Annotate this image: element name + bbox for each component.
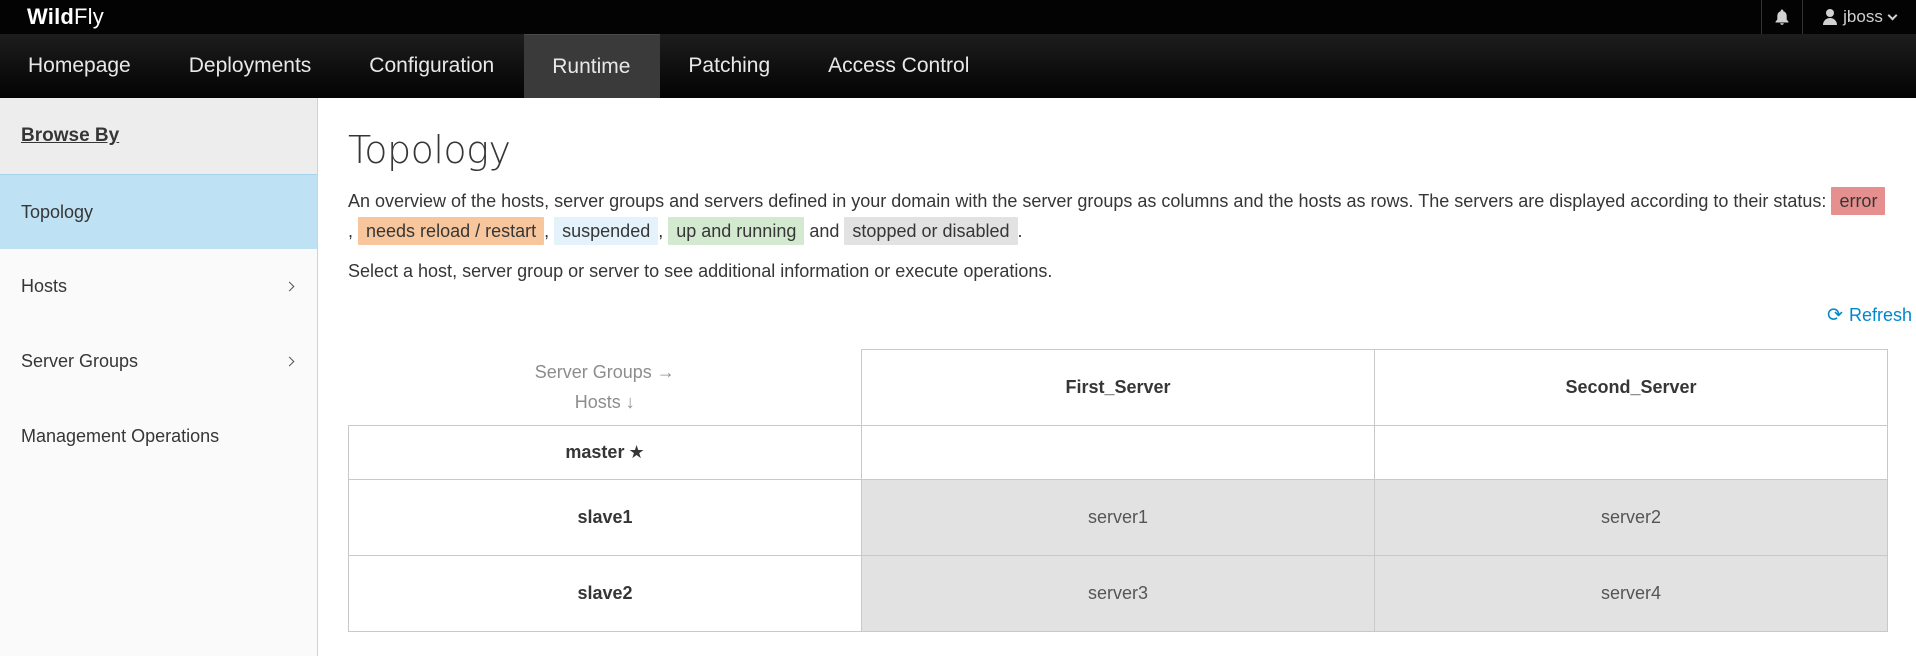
nav-patching[interactable]: Patching bbox=[660, 34, 800, 98]
server-group-header[interactable]: First_Server bbox=[861, 349, 1375, 426]
sidebar-item-label: Hosts bbox=[21, 276, 68, 296]
table-row: slave1 server1 server2 bbox=[348, 479, 1888, 556]
sidebar-item-hosts[interactable]: Hosts bbox=[0, 249, 317, 324]
page-title: Topology bbox=[348, 128, 511, 172]
user-icon bbox=[1823, 9, 1838, 25]
nav-deployments[interactable]: Deployments bbox=[161, 34, 342, 98]
server-group-header[interactable]: Second_Server bbox=[1374, 349, 1888, 426]
status-chip-stopped: stopped or disabled bbox=[844, 217, 1018, 245]
status-chip-suspended: suspended bbox=[554, 217, 659, 245]
sidebar-item-label: Server Groups bbox=[21, 351, 139, 371]
refresh-icon: ⟳ bbox=[1827, 304, 1843, 326]
brand-logo[interactable]: WildFly bbox=[27, 4, 104, 30]
sidebar-item-topology[interactable]: Topology bbox=[0, 174, 317, 249]
status-chip-error: error bbox=[1831, 187, 1886, 215]
refresh-label: Refresh bbox=[1848, 304, 1912, 325]
bell-icon bbox=[1775, 9, 1789, 25]
nav-access-control[interactable]: Access Control bbox=[800, 34, 999, 98]
user-menu[interactable]: jboss bbox=[1802, 0, 1916, 34]
table-row: slave2 server3 server4 bbox=[348, 555, 1888, 632]
sidebar-item-management-operations[interactable]: Management Operations bbox=[0, 399, 317, 474]
sidebar: Browse By Topology Hosts Server Groups M… bbox=[0, 98, 318, 656]
empty-server-cell bbox=[861, 425, 1375, 480]
table-row: master ★ bbox=[348, 425, 1888, 480]
notifications-button[interactable] bbox=[1761, 0, 1802, 34]
nav-runtime[interactable]: Runtime bbox=[524, 34, 661, 98]
host-cell[interactable]: slave2 bbox=[348, 555, 862, 632]
chevron-right-icon bbox=[284, 356, 295, 367]
sidebar-header[interactable]: Browse By bbox=[0, 98, 317, 174]
server-cell[interactable]: server1 bbox=[861, 479, 1375, 556]
chevron-right-icon bbox=[284, 281, 295, 292]
host-cell[interactable]: slave1 bbox=[348, 479, 862, 556]
masthead: WildFly jboss bbox=[0, 0, 1916, 34]
nav-homepage[interactable]: Homepage bbox=[0, 34, 161, 98]
server-cell[interactable]: server3 bbox=[861, 555, 1375, 632]
server-cell[interactable]: server4 bbox=[1374, 555, 1888, 632]
sidebar-item-server-groups[interactable]: Server Groups bbox=[0, 324, 317, 399]
empty-server-cell bbox=[1374, 425, 1888, 480]
topology-table: Server Groups → Hosts ↓ First_Server Sec… bbox=[348, 349, 1888, 632]
server-cell[interactable]: server2 bbox=[1374, 479, 1888, 556]
host-cell[interactable]: master ★ bbox=[348, 425, 862, 480]
page-hint: Select a host, server group or server to… bbox=[348, 261, 1053, 281]
star-icon: ★ bbox=[628, 442, 645, 463]
main-nav: Homepage Deployments Configuration Runti… bbox=[0, 34, 1916, 98]
status-chip-running: up and running bbox=[668, 217, 805, 245]
sidebar-item-label: Management Operations bbox=[21, 426, 220, 446]
status-chip-reload: needs reload / restart bbox=[358, 217, 545, 245]
page-description: An overview of the hosts, server groups … bbox=[348, 186, 1888, 246]
sidebar-item-label: Topology bbox=[21, 201, 94, 222]
chevron-down-icon bbox=[1887, 10, 1898, 20]
refresh-link[interactable]: ⟳ Refresh bbox=[1827, 304, 1912, 326]
nav-configuration[interactable]: Configuration bbox=[341, 34, 524, 98]
table-corner: Server Groups → Hosts ↓ bbox=[348, 349, 862, 426]
user-name: jboss bbox=[1843, 7, 1883, 26]
